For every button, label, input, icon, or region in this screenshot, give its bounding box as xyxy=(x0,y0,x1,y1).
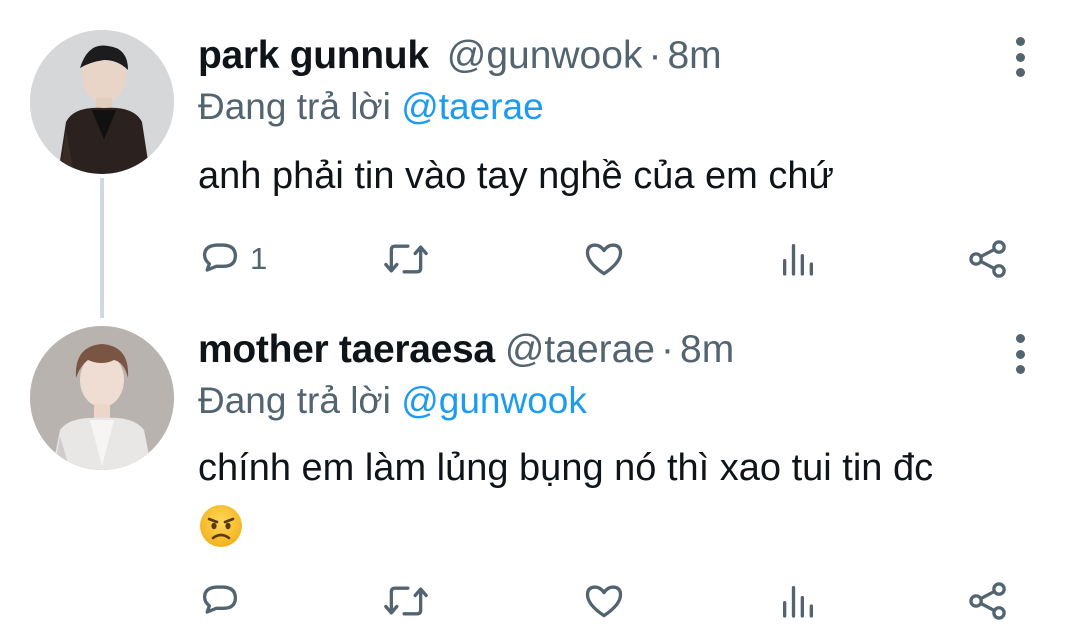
tweet-text-content: anh phải tin vào tay nghề của em chứ xyxy=(198,155,834,197)
reply-button[interactable]: 1 xyxy=(198,234,267,284)
views-icon xyxy=(778,239,818,279)
reply-icon xyxy=(198,237,242,281)
tweet[interactable]: mother taeraesa @taerae · 8m Đang trả lời @… xyxy=(0,300,1080,633)
separator-dot: · xyxy=(648,34,662,77)
share-icon xyxy=(966,579,1010,623)
action-bar: 1 xyxy=(198,234,1028,284)
retweet-icon xyxy=(382,579,430,623)
separator-dot: · xyxy=(661,328,675,371)
views-button[interactable] xyxy=(778,234,818,284)
views-icon xyxy=(778,581,818,621)
reply-count: 1 xyxy=(250,241,268,276)
retweet-icon xyxy=(382,237,430,281)
replying-to-label: Đang trả lời xyxy=(198,86,391,127)
retweet-button[interactable] xyxy=(382,576,430,626)
user-handle[interactable]: @taerae xyxy=(505,328,655,371)
avatar[interactable] xyxy=(30,30,174,174)
avatar[interactable] xyxy=(30,326,174,470)
tweet-text: anh phải tin vào tay nghề của em chứ xyxy=(198,148,1058,204)
like-button[interactable] xyxy=(582,234,626,284)
reply-icon xyxy=(198,579,242,623)
timestamp[interactable]: 8m xyxy=(680,328,734,371)
like-button[interactable] xyxy=(582,576,626,626)
share-button[interactable] xyxy=(966,576,1010,626)
replying-to-label: Đang trả lời xyxy=(198,380,391,421)
more-options-icon[interactable] xyxy=(1005,334,1035,374)
tweet[interactable]: park gunnuk @gunwook · 8m Đang trả lời @tae… xyxy=(0,0,1080,300)
action-bar xyxy=(198,576,1028,626)
tweet-text-content: chính em làm lủng bụng nó thì xao tui ti… xyxy=(198,447,934,489)
user-handle[interactable]: @gunwook xyxy=(447,34,643,77)
retweet-button[interactable] xyxy=(382,234,430,284)
more-options-icon[interactable] xyxy=(1005,37,1035,77)
share-button[interactable] xyxy=(966,234,1010,284)
angry-face-emoji-icon xyxy=(198,503,244,549)
replying-to-link[interactable]: @gunwook xyxy=(401,380,587,421)
tweet-text: chính em làm lủng bụng nó thì xao tui ti… xyxy=(198,440,1058,552)
timestamp[interactable]: 8m xyxy=(667,34,721,77)
replying-to: Đang trả lời @gunwook xyxy=(198,378,587,424)
display-name[interactable]: park gunnuk xyxy=(198,34,429,77)
replying-to: Đang trả lời @taerae xyxy=(198,84,544,130)
views-button[interactable] xyxy=(778,576,818,626)
replying-to-link[interactable]: @taerae xyxy=(401,86,543,127)
tweet-header: mother taeraesa @taerae · 8m xyxy=(198,324,734,376)
like-icon xyxy=(582,237,626,281)
share-icon xyxy=(966,237,1010,281)
reply-button[interactable] xyxy=(198,576,250,626)
display-name[interactable]: mother taeraesa xyxy=(198,328,495,371)
like-icon xyxy=(582,579,626,623)
tweet-header: park gunnuk @gunwook · 8m xyxy=(198,30,722,82)
